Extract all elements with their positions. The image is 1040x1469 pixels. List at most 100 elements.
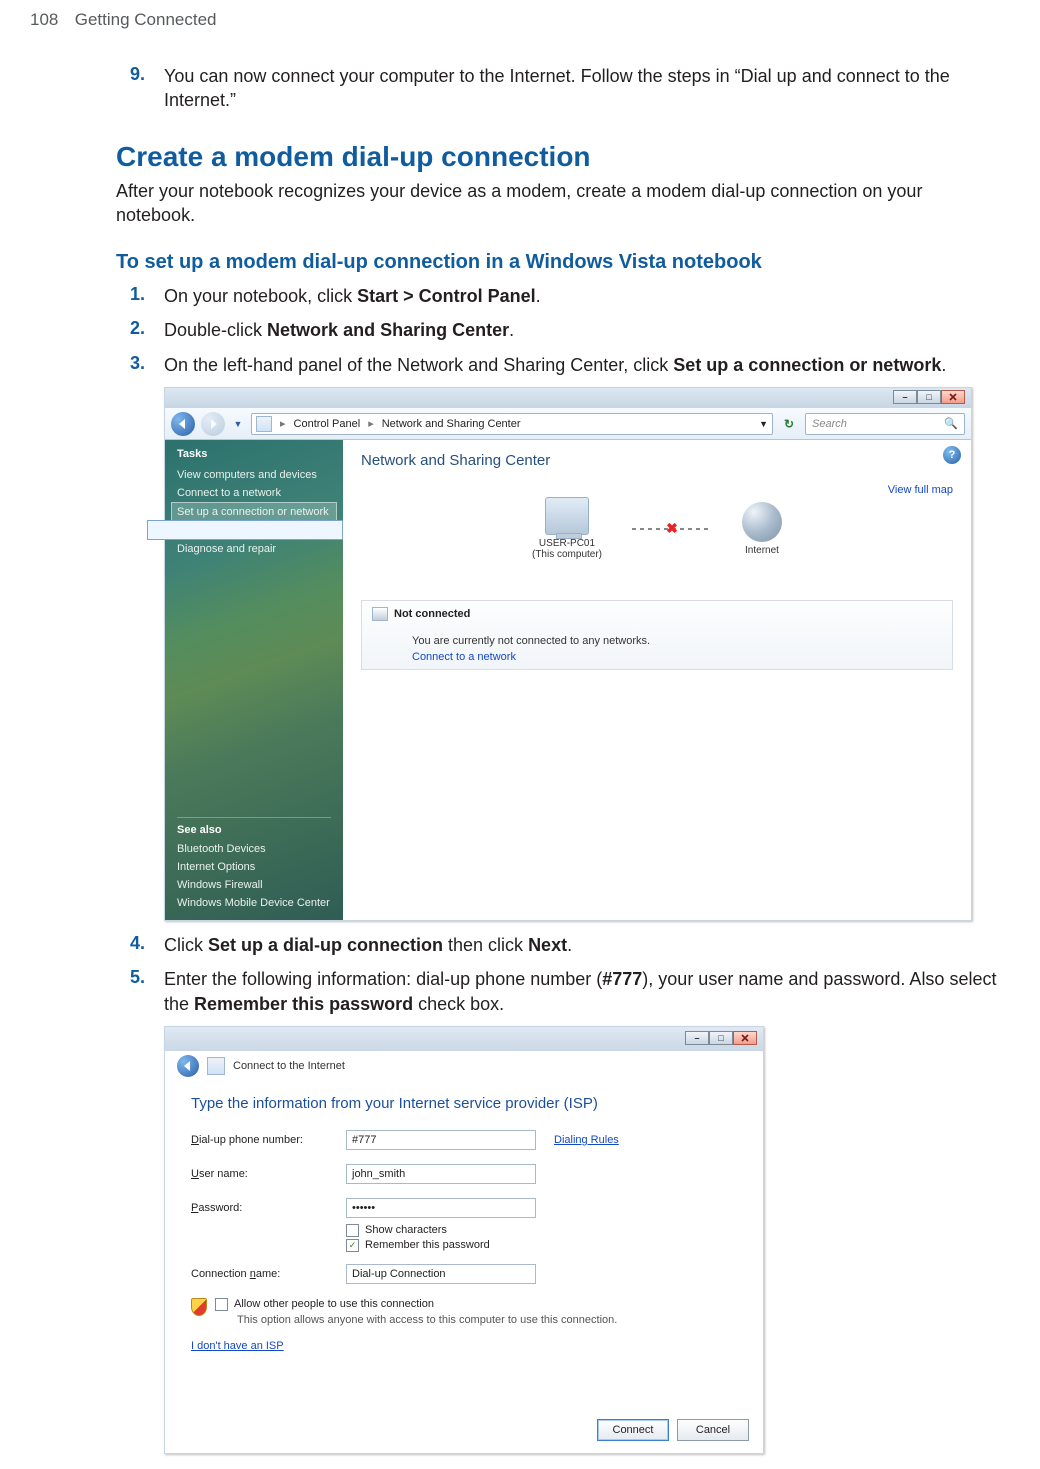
address-bar[interactable]: ▸ Control Panel ▸ Network and Sharing Ce… [251,413,773,435]
t: On your notebook, click [164,286,357,306]
t: Double-click [164,320,267,340]
subsection-heading: To set up a modem dial-up connection in … [116,251,1000,274]
step-1-text: On your notebook, click Start > Control … [164,284,1000,308]
close-button[interactable] [733,1031,757,1045]
refresh-button[interactable]: ↻ [779,414,799,434]
t: On the left-hand panel of the Network an… [164,355,673,375]
sidebar-item-setup-connection[interactable]: Set up a connection or network [171,502,337,522]
monitor-icon [372,607,388,621]
show-characters-checkbox[interactable] [346,1224,359,1237]
step-9-text: You can now connect your computer to the… [164,64,1000,113]
section-heading: Create a modem dial-up connection [116,141,1000,173]
connect-button[interactable]: Connect [597,1419,669,1441]
step-number-9: 9. [130,64,164,113]
step-5-text: Enter the following information: dial-up… [164,967,1000,1016]
username-input[interactable]: john_smith [346,1164,536,1184]
bold: Set up a dial-up connection [208,935,443,955]
status-heading: Not connected [394,608,470,620]
bold: Next [528,935,567,955]
explorer-toolbar: ▼ ▸ Control Panel ▸ Network and Sharing … [165,408,971,440]
no-isp-link[interactable]: I don't have an ISP [191,1340,737,1352]
minimize-button[interactable]: – [685,1031,709,1045]
sidebar-item-connect-network[interactable]: Connect to a network [177,484,331,502]
history-dropdown-icon[interactable]: ▼ [231,414,245,434]
wizard-header: Connect to the Internet [165,1051,763,1081]
allow-others-label[interactable]: Allow other people to use this connectio… [234,1298,434,1310]
connect-network-link[interactable]: Connect to a network [372,651,942,663]
tasks-sidebar: Tasks View computers and devices Connect… [165,440,343,920]
sidebar-item-internet-options[interactable]: Internet Options [177,858,331,876]
step-number-3: 3. [130,353,164,377]
breadcrumb-item[interactable]: Network and Sharing Center [382,418,521,430]
help-icon[interactable]: ? [943,446,961,464]
dial-phone-input[interactable]: #777 [346,1130,536,1150]
disconnected-icon: ✖ [666,520,678,537]
node-sublabel: (This computer) [532,549,602,560]
node-this-computer: USER-PC01 (This computer) [532,497,602,560]
maximize-button[interactable]: □ [917,390,941,404]
node-internet: Internet [742,502,782,556]
breadcrumb-sep-icon: ▸ [366,417,376,430]
status-message: You are currently not connected to any n… [372,635,942,647]
tasks-heading: Tasks [177,448,331,460]
sidebar-item-bluetooth[interactable]: Bluetooth Devices [177,840,331,858]
minimize-button[interactable]: – [893,390,917,404]
password-input[interactable]: •••••• [346,1198,536,1218]
show-characters-label[interactable]: Show characters [365,1224,447,1236]
bold: Remember this password [194,994,413,1014]
close-button[interactable] [941,390,965,404]
sidebar-item-wmdc[interactable]: Windows Mobile Device Center [177,894,331,912]
sidebar-item-view-computers[interactable]: View computers and devices [177,466,331,484]
bold: Network and Sharing Center [267,320,509,340]
sidebar-item-windows-firewall[interactable]: Windows Firewall [177,876,331,894]
back-button[interactable] [177,1055,199,1077]
maximize-button[interactable]: □ [709,1031,733,1045]
connection-name-input[interactable]: Dial-up Connection [346,1264,536,1284]
globe-icon [742,502,782,542]
t: Click [164,935,208,955]
search-icon: 🔍 [944,417,958,430]
breadcrumb-item[interactable]: Control Panel [294,418,361,430]
callout-rectangle [147,520,343,540]
main-panel: ? Network and Sharing Center View full m… [343,440,971,920]
view-full-map-link[interactable]: View full map [888,484,953,496]
location-icon [256,416,272,432]
allow-others-sublabel: This option allows anyone with access to… [217,1314,617,1326]
back-button[interactable] [171,412,195,436]
address-dropdown-icon[interactable]: ▼ [759,419,768,429]
computer-icon [545,497,589,535]
node-label: Internet [742,545,782,556]
shield-icon [191,1298,207,1316]
search-placeholder: Search [812,418,847,430]
remember-password-checkbox[interactable]: ✓ [346,1239,359,1252]
allow-others-checkbox[interactable] [215,1298,228,1311]
step-number-4: 4. [130,933,164,957]
search-input[interactable]: Search 🔍 [805,413,965,435]
section-lead: After your notebook recognizes your devi… [116,179,1000,228]
forward-button[interactable] [201,412,225,436]
username-label: User name: [191,1168,346,1180]
breadcrumb-sep-icon: ▸ [278,417,288,430]
t: . [567,935,572,955]
t: . [509,320,514,340]
page-number: 108 [30,10,70,30]
bold: Set up a connection or network [673,355,941,375]
chapter-title: Getting Connected [75,10,217,30]
dialing-rules-link[interactable]: Dialing Rules [554,1134,619,1146]
see-also-heading: See also [177,817,331,836]
node-label: USER-PC01 [532,538,602,549]
window-titlebar[interactable]: – □ [165,1027,763,1051]
window-titlebar[interactable]: – □ [165,388,971,408]
step-number-2: 2. [130,318,164,342]
step-3-text: On the left-hand panel of the Network an… [164,353,1000,377]
step-2-text: Double-click Network and Sharing Center. [164,318,1000,342]
step-number-5: 5. [130,967,164,1016]
sidebar-item-diagnose-repair[interactable]: Diagnose and repair [177,540,331,558]
connection-name-label: Connection name: [191,1268,346,1280]
cancel-button[interactable]: Cancel [677,1419,749,1441]
remember-password-label[interactable]: Remember this password [365,1239,490,1251]
password-label: Password: [191,1202,346,1214]
status-panel: Not connected You are currently not conn… [361,600,953,670]
dial-phone-label: Dial-up phone number: [191,1134,346,1146]
connection-line: ✖ [632,528,712,530]
